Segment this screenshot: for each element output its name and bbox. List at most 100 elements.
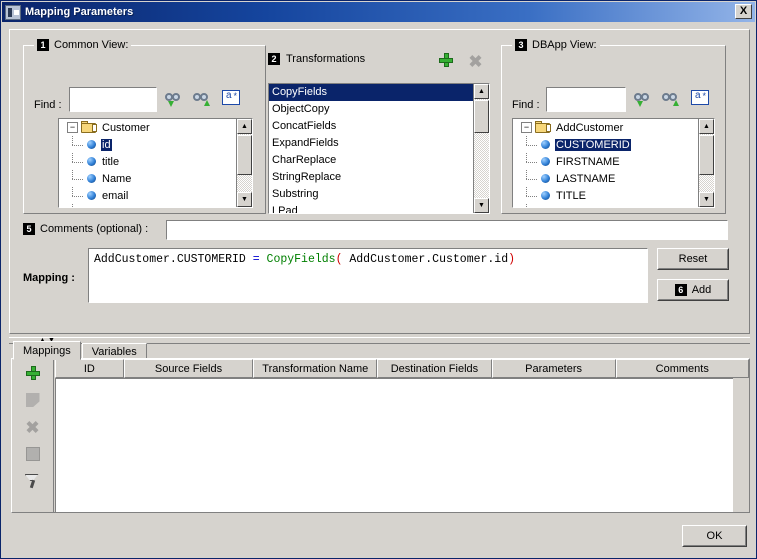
tree-item-businessname[interactable]: BUSINESSNAME xyxy=(513,204,698,207)
list-item[interactable]: CopyFields xyxy=(269,84,473,101)
grid-header-row: ID Source Fields Transformation Name Des… xyxy=(55,359,749,378)
common-view-find-label: Find : xyxy=(34,99,62,111)
tree-item-firstname[interactable]: FIRSTNAME xyxy=(513,153,698,170)
field-icon xyxy=(87,174,96,183)
step-badge-2: 2 xyxy=(268,53,280,65)
scroll-down-icon[interactable]: ▼ xyxy=(237,192,252,207)
tree-root-label: AddCustomer xyxy=(556,121,624,134)
comments-input-wrap[interactable] xyxy=(166,220,728,240)
transformations-title-group: 2 Transformations xyxy=(268,53,365,65)
list-item[interactable]: LPad xyxy=(269,203,473,213)
scroll-thumb[interactable] xyxy=(237,135,252,175)
tree-item-customerid[interactable]: CUSTOMERID xyxy=(513,136,698,153)
list-item[interactable]: CharReplace xyxy=(269,152,473,169)
edit-mapping-icon xyxy=(24,391,42,409)
dbapp-view-tree[interactable]: − AddCustomer CUSTOMERID FIRSTNAME LASTN… xyxy=(512,118,715,208)
tree-connector xyxy=(526,204,527,207)
add-transformation-icon[interactable] xyxy=(439,53,459,71)
grid-column-parameters[interactable]: Parameters xyxy=(491,359,616,378)
mapping-close-paren: ) xyxy=(508,253,516,266)
scroll-up-icon[interactable]: ▲ xyxy=(237,119,252,134)
tree-item-label: TITLE xyxy=(556,189,586,202)
common-view-find-field[interactable] xyxy=(70,88,156,111)
tree-connector xyxy=(72,153,84,170)
list-item[interactable]: ConcatFields xyxy=(269,118,473,135)
tree-item-name[interactable]: Name xyxy=(59,170,236,187)
grid-scrollbar[interactable] xyxy=(733,378,749,512)
grid-column-destination-fields[interactable]: Destination Fields xyxy=(377,359,492,378)
field-icon xyxy=(541,157,550,166)
tree-item-label: CUSTOMERID xyxy=(555,138,631,151)
dbapp-view-tree-scrollbar[interactable]: ▲ ▼ xyxy=(698,119,714,207)
find-previous-icon[interactable] xyxy=(165,90,185,108)
field-icon xyxy=(541,191,550,200)
tree-connector xyxy=(526,187,538,204)
transformations-list[interactable]: CopyFields ObjectCopy ConcatFields Expan… xyxy=(268,83,490,214)
dbapp-view-find-input[interactable] xyxy=(546,87,626,112)
ok-button[interactable]: OK xyxy=(682,525,747,547)
grid-column-comments[interactable]: Comments xyxy=(615,359,749,378)
mappings-grid: ID Source Fields Transformation Name Des… xyxy=(55,359,749,512)
tree-item-email[interactable]: email xyxy=(59,187,236,204)
tree-item-lastname[interactable]: LASTNAME xyxy=(513,170,698,187)
scroll-thumb[interactable] xyxy=(474,100,489,133)
mapping-argument: AddCustomer.Customer.id xyxy=(342,253,509,266)
tree-root-node[interactable]: − Customer xyxy=(59,119,236,136)
grid-column-source-fields[interactable]: Source Fields xyxy=(123,359,254,378)
tree-item-label: email xyxy=(102,189,129,202)
scroll-thumb[interactable] xyxy=(699,135,714,175)
mapping-expression-box[interactable]: AddCustomer.CUSTOMERID = CopyFields( Add… xyxy=(88,248,648,303)
find-previous-icon[interactable] xyxy=(634,90,654,108)
tree-item-label: FIRSTNAME xyxy=(556,155,620,168)
list-item[interactable]: ExpandFields xyxy=(269,135,473,152)
tree-connector xyxy=(72,136,84,153)
close-icon[interactable]: X xyxy=(735,4,752,19)
common-view-find-input[interactable] xyxy=(69,87,157,112)
expander-icon[interactable]: − xyxy=(521,122,532,133)
expander-icon[interactable]: − xyxy=(67,122,78,133)
dbapp-view-title-group: 3 DBApp View: xyxy=(512,39,600,51)
list-item[interactable]: Substring xyxy=(269,186,473,203)
scroll-up-icon[interactable]: ▲ xyxy=(474,84,489,99)
add-mapping-icon[interactable] xyxy=(24,364,42,382)
find-next-icon[interactable] xyxy=(193,90,213,108)
dbapp-view-find-field[interactable] xyxy=(547,88,625,111)
tree-item-id[interactable]: id xyxy=(59,136,236,153)
tree-connector xyxy=(72,170,84,187)
dbapp-view-label: DBApp View: xyxy=(532,39,597,51)
grid-toolbar xyxy=(12,359,54,512)
tree-item-title[interactable]: TITLE xyxy=(513,187,698,204)
tree-root-node[interactable]: − AddCustomer xyxy=(513,119,698,136)
common-view-tree[interactable]: − Customer id title Name email ▲ ▼ xyxy=(58,118,253,208)
match-case-icon[interactable] xyxy=(691,90,711,108)
scroll-up-icon[interactable]: ▲ xyxy=(699,119,714,134)
mapping-label: Mapping : xyxy=(23,272,75,284)
tree-item-title[interactable]: title xyxy=(59,153,236,170)
grid-column-id[interactable]: ID xyxy=(55,359,124,378)
common-view-tree-scrollbar[interactable]: ▲ ▼ xyxy=(236,119,252,207)
folder-icon xyxy=(535,121,551,134)
add-button[interactable]: 6 Add xyxy=(657,279,729,301)
comments-label-group: 5 Comments (optional) : xyxy=(23,223,148,235)
grid-column-transformation-name[interactable]: Transformation Name xyxy=(253,359,378,378)
field-icon xyxy=(87,140,96,149)
transformations-scrollbar[interactable]: ▲ ▼ xyxy=(473,84,489,213)
tab-mappings-label: Mappings xyxy=(23,344,71,357)
tree-item-label: id xyxy=(101,138,112,151)
comments-input[interactable] xyxy=(167,221,727,239)
tab-mappings[interactable]: Mappings xyxy=(13,341,81,360)
list-item[interactable]: StringReplace xyxy=(269,169,473,186)
tree-item-street[interactable]: street xyxy=(59,204,236,207)
match-case-icon[interactable] xyxy=(222,90,242,108)
dbapp-view-tree-items: − AddCustomer CUSTOMERID FIRSTNAME LASTN… xyxy=(513,119,698,207)
reset-button[interactable]: Reset xyxy=(657,248,729,270)
dbapp-view-find-label: Find : xyxy=(512,99,540,111)
list-item[interactable]: ObjectCopy xyxy=(269,101,473,118)
grid-body[interactable] xyxy=(55,378,733,512)
tree-item-label: LASTNAME xyxy=(556,172,616,185)
field-icon xyxy=(541,140,550,149)
scroll-down-icon[interactable]: ▼ xyxy=(699,192,714,207)
scroll-down-icon[interactable]: ▼ xyxy=(474,198,489,213)
find-next-icon[interactable] xyxy=(662,90,682,108)
filter-mapping-icon[interactable] xyxy=(24,472,42,490)
